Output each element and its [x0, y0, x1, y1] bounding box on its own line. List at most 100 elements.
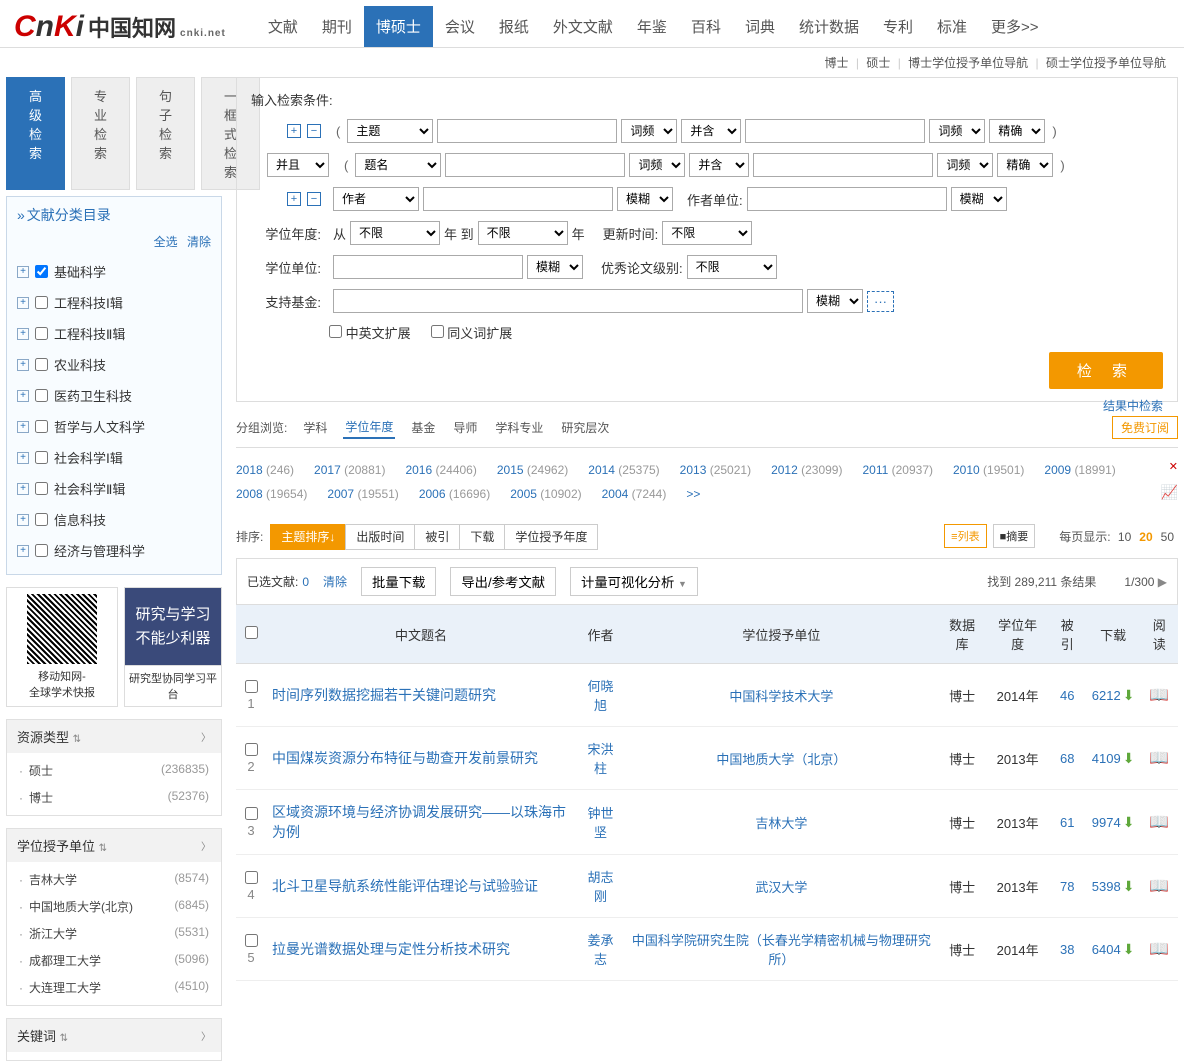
- precise-select-2[interactable]: 精确: [997, 153, 1053, 177]
- freq-select-1b[interactable]: 词频: [929, 119, 985, 143]
- row-checkbox[interactable]: [245, 743, 258, 756]
- clear-selection-link[interactable]: 清除: [323, 573, 347, 590]
- read-icon[interactable]: 📖: [1149, 750, 1169, 767]
- download-link[interactable]: 6404: [1092, 942, 1121, 957]
- freq-select-2b[interactable]: 词频: [937, 153, 993, 177]
- year-to-select[interactable]: 不限: [478, 221, 568, 245]
- sort-option[interactable]: 被引: [414, 524, 460, 550]
- topnav-item[interactable]: 会议: [433, 6, 487, 47]
- read-icon[interactable]: 📖: [1149, 941, 1169, 958]
- expand-icon[interactable]: +: [17, 390, 29, 402]
- expand-icon[interactable]: +: [17, 266, 29, 278]
- subnav-item[interactable]: 硕士: [866, 56, 890, 70]
- subnav-item[interactable]: 硕士学位授予单位导航: [1046, 56, 1166, 70]
- qr-promo[interactable]: 移动知网- 全球学术快报: [6, 587, 118, 707]
- field-select-2[interactable]: 题名: [355, 153, 441, 177]
- group-item[interactable]: 学科专业: [493, 417, 545, 438]
- logic-select-2[interactable]: 并且: [267, 153, 329, 177]
- topnav-item[interactable]: 外文文献: [541, 6, 625, 47]
- category-checkbox[interactable]: [35, 451, 48, 464]
- category-row[interactable]: +工程科技Ⅱ辑: [15, 318, 213, 349]
- year-link[interactable]: 2014 (25375): [588, 458, 659, 482]
- sort-option[interactable]: 学位授予年度: [504, 524, 598, 550]
- topnav-item[interactable]: 年鉴: [625, 6, 679, 47]
- subnav-item[interactable]: 博士: [825, 56, 849, 70]
- author-link[interactable]: 姜承志: [588, 933, 614, 967]
- export-button[interactable]: 导出/参考文献: [450, 567, 556, 596]
- topnav-item[interactable]: 标准: [925, 6, 979, 47]
- facet-item[interactable]: 吉林大学(8574): [7, 866, 221, 893]
- title-link[interactable]: 中国煤炭资源分布特征与勘查开发前景研究: [272, 750, 538, 766]
- category-row[interactable]: +农业科技: [15, 349, 213, 380]
- category-row[interactable]: +社会科学Ⅰ辑: [15, 442, 213, 473]
- year-link[interactable]: 2011 (20937): [862, 458, 933, 482]
- facet-header[interactable]: 学位授予单位 ⇅〉: [7, 829, 221, 862]
- group-item[interactable]: 基金: [409, 417, 437, 438]
- expand-icon[interactable]: +: [17, 452, 29, 464]
- batch-download-button[interactable]: 批量下载: [361, 567, 436, 596]
- chart-icon[interactable]: 📈: [1161, 478, 1178, 506]
- catalog-clear[interactable]: 清除: [187, 235, 211, 249]
- author-fuzzy-select[interactable]: 模糊: [617, 187, 673, 211]
- group-item[interactable]: 学位年度: [343, 416, 395, 439]
- year-link[interactable]: 2009 (18991): [1044, 458, 1115, 482]
- download-icon[interactable]: ⬇: [1123, 941, 1135, 957]
- fund-input[interactable]: [333, 289, 803, 313]
- comb-select-1[interactable]: 并含: [681, 119, 741, 143]
- group-item[interactable]: 导师: [451, 417, 479, 438]
- institution-link[interactable]: 中国科学技术大学: [729, 689, 833, 704]
- category-checkbox[interactable]: [35, 296, 48, 309]
- topnav-item[interactable]: 词典: [733, 6, 787, 47]
- logo[interactable]: CnKi 中国知网 cnki.net: [14, 10, 226, 44]
- precise-select-1[interactable]: 精确: [989, 119, 1045, 143]
- years-more-link[interactable]: >>: [686, 482, 700, 506]
- search-tab[interactable]: 专业检索: [71, 77, 130, 190]
- title-link[interactable]: 区域资源环境与经济协调发展研究——以珠海市为例: [272, 804, 566, 840]
- expand-icon[interactable]: +: [17, 514, 29, 526]
- institution-link[interactable]: 吉林大学: [755, 816, 807, 831]
- value-input-2a[interactable]: [445, 153, 625, 177]
- author-link[interactable]: 何晓旭: [588, 679, 614, 713]
- topnav-item[interactable]: 文献: [256, 6, 310, 47]
- fund-more-icon[interactable]: ···: [867, 291, 894, 312]
- sort-option[interactable]: 出版时间: [345, 524, 415, 550]
- group-item[interactable]: 学科: [301, 417, 329, 438]
- facet-item[interactable]: 硕士(236835): [7, 757, 221, 784]
- author-link[interactable]: 胡志刚: [588, 870, 614, 904]
- sort-option[interactable]: 下载: [459, 524, 505, 550]
- download-icon[interactable]: ⬇: [1123, 750, 1135, 766]
- facet-item[interactable]: 博士(52376): [7, 784, 221, 811]
- category-checkbox[interactable]: [35, 544, 48, 557]
- topnav-item[interactable]: 专利: [871, 6, 925, 47]
- facet-header[interactable]: 关键词 ⇅〉: [7, 1019, 221, 1052]
- free-subscribe-link[interactable]: 免费订阅: [1112, 416, 1178, 439]
- facet-item[interactable]: 大连理工大学(4510): [7, 974, 221, 1001]
- category-checkbox[interactable]: [35, 265, 48, 278]
- value-input-1b[interactable]: [745, 119, 925, 143]
- author-input[interactable]: [423, 187, 613, 211]
- title-link[interactable]: 北斗卫星导航系统性能评估理论与试验验证: [272, 878, 538, 894]
- year-link[interactable]: 2012 (23099): [771, 458, 842, 482]
- add-author-icon[interactable]: +: [287, 192, 301, 206]
- remove-row-icon[interactable]: −: [307, 124, 321, 138]
- author-unit-input[interactable]: [747, 187, 947, 211]
- cited-link[interactable]: 78: [1060, 879, 1074, 894]
- expand-icon[interactable]: +: [17, 328, 29, 340]
- topnav-item[interactable]: 百科: [679, 6, 733, 47]
- year-link[interactable]: 2016 (24406): [405, 458, 476, 482]
- degree-unit-input[interactable]: [333, 255, 523, 279]
- download-link[interactable]: 6212: [1092, 688, 1121, 703]
- author-unit-fuzzy-select[interactable]: 模糊: [951, 187, 1007, 211]
- category-checkbox[interactable]: [35, 358, 48, 371]
- title-link[interactable]: 拉曼光谱数据处理与定性分析技术研究: [272, 941, 510, 957]
- search-in-results-link[interactable]: 结果中检索: [1103, 397, 1163, 414]
- degree-unit-fuzzy-select[interactable]: 模糊: [527, 255, 583, 279]
- category-checkbox[interactable]: [35, 420, 48, 433]
- year-link[interactable]: 2013 (25021): [680, 458, 751, 482]
- facet-item[interactable]: 成都理工大学(5096): [7, 947, 221, 974]
- ext-cnen-checkbox[interactable]: 中英文扩展: [329, 323, 411, 342]
- row-checkbox[interactable]: [245, 807, 258, 820]
- expand-icon[interactable]: +: [17, 483, 29, 495]
- topnav-item[interactable]: 期刊: [310, 6, 364, 47]
- search-button[interactable]: 检 索: [1049, 352, 1163, 389]
